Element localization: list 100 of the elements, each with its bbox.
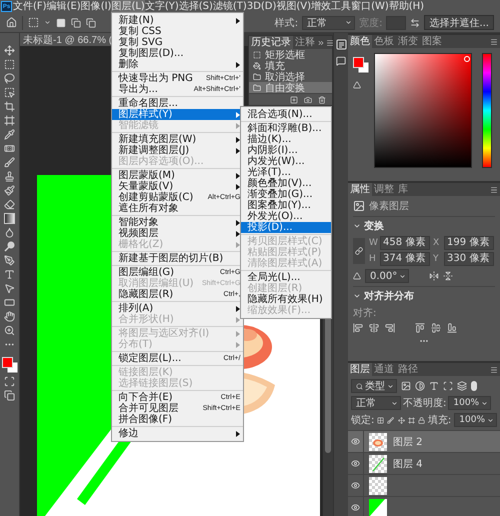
menu-item[interactable]: 颜色叠加(V)... — [241, 178, 332, 189]
chevron-down-icon[interactable] — [353, 292, 361, 300]
menu-icon[interactable] — [490, 38, 498, 46]
history-item[interactable]: 填充 — [249, 60, 332, 71]
color-field[interactable] — [374, 53, 472, 168]
filter-select[interactable]: 类型 — [351, 379, 397, 393]
eye-icon[interactable] — [351, 481, 360, 490]
image-filter-icon[interactable] — [401, 381, 411, 391]
panel-tab[interactable]: 色板 — [372, 35, 396, 48]
move-icon[interactable] — [4, 45, 15, 56]
gradient-icon[interactable] — [4, 213, 15, 224]
menu-icon[interactable] — [490, 186, 498, 194]
layer-row[interactable] — [348, 496, 500, 516]
comment-icon[interactable] — [336, 56, 346, 66]
menu-item[interactable]: 修边 — [112, 428, 244, 439]
picker-ring-icon[interactable] — [464, 56, 470, 62]
menu-item[interactable]: 重命名图层... — [112, 98, 244, 109]
menu-item[interactable]: 新建基于图层的切片(B) — [112, 253, 244, 264]
menu-bar-item[interactable]: 图层(L) — [111, 0, 145, 13]
history-icon[interactable] — [336, 39, 346, 50]
fill-field[interactable]: 100% — [454, 413, 498, 427]
paintbrush-icon[interactable] — [4, 185, 15, 196]
marquee-icon[interactable] — [4, 59, 15, 70]
menu-item[interactable]: 图层蒙版(M) — [112, 170, 244, 181]
align-bottom-icon[interactable] — [447, 323, 457, 333]
menu-bar-item[interactable]: 滤镜(T) — [212, 0, 247, 13]
menu-item[interactable]: 图案叠加(Y)... — [241, 200, 332, 211]
lasso-icon[interactable] — [4, 73, 15, 84]
menu-item[interactable]: 隐藏所有效果(H) — [241, 294, 332, 305]
opacity-field[interactable]: 100% — [448, 396, 492, 410]
crop-icon[interactable] — [4, 101, 15, 112]
align-center-icon[interactable] — [369, 323, 379, 333]
panel-tab[interactable]: 库 — [396, 183, 410, 196]
new-document-icon[interactable] — [290, 96, 298, 104]
select-and-mask-button[interactable]: 选择并遮住... — [424, 15, 494, 30]
shape-filter-icon[interactable] — [443, 381, 453, 391]
panel-tab[interactable]: 注释 — [293, 36, 317, 49]
menu-item[interactable]: 遮住所有对象 — [112, 203, 244, 214]
menu-bar-item[interactable]: 选择(S) — [178, 0, 213, 13]
history-item[interactable]: 矩形选框 — [249, 49, 332, 60]
menu-item[interactable]: 光泽(T)... — [241, 167, 332, 178]
menu-bar-item[interactable]: 增效工具 — [311, 0, 352, 13]
layer-row[interactable]: 图层 4 — [348, 452, 500, 474]
panel-tab[interactable]: 渐变 — [396, 35, 420, 48]
panel-tab[interactable]: 历史记录 — [249, 36, 293, 49]
menu-item[interactable]: 描边(K)... — [241, 134, 332, 145]
menu-item[interactable]: 内发光(W)... — [241, 156, 332, 167]
lock-icon[interactable] — [418, 416, 425, 424]
menu-icon[interactable] — [326, 38, 333, 46]
collapse-icon[interactable] — [317, 38, 325, 46]
zoom-icon[interactable] — [4, 325, 15, 336]
menu-item[interactable]: 斜面和浮雕(B)... — [241, 123, 332, 134]
panel-tab[interactable]: 路径 — [396, 363, 420, 376]
panel-tab[interactable]: 图案 — [420, 35, 444, 48]
dodge-icon[interactable] — [4, 241, 15, 252]
menu-bar-item[interactable]: 帮助(H) — [388, 0, 424, 13]
menu-item[interactable]: 内阴影(I)... — [241, 145, 332, 156]
layer-row[interactable] — [348, 474, 500, 496]
type-icon[interactable] — [4, 269, 15, 280]
brush-icon[interactable] — [4, 157, 15, 168]
quick-mask-icon[interactable] — [4, 376, 15, 387]
menu-item[interactable]: 新建填充图层(W) — [112, 134, 244, 145]
number-field[interactable]: 330 像素 — [444, 252, 494, 266]
subtract-selection-icon[interactable] — [86, 18, 96, 28]
menu-item[interactable]: 排列(A) — [112, 303, 244, 314]
marquee-icon[interactable] — [28, 17, 39, 28]
menu-item[interactable]: 新建调整图层(J) — [112, 145, 244, 156]
number-field[interactable]: 374 像素 — [380, 252, 430, 266]
lock-position-icon[interactable] — [398, 416, 405, 424]
frame-icon[interactable] — [4, 115, 15, 126]
panel-tab[interactable]: 属性 — [348, 183, 372, 196]
eye-icon[interactable] — [351, 459, 360, 468]
menu-item[interactable]: 全局光(L)... — [241, 272, 332, 283]
caret-icon[interactable] — [44, 19, 51, 26]
color-swatches-icon[interactable] — [2, 357, 18, 373]
history-item[interactable]: 取消选择 — [249, 71, 332, 82]
pen-icon[interactable] — [4, 255, 15, 266]
menu-item[interactable]: 拼合图像(F) — [112, 414, 244, 425]
menu-bar-item[interactable]: 视图(V) — [276, 0, 312, 13]
number-field[interactable]: 458 像素 — [380, 236, 430, 250]
width-field[interactable] — [386, 16, 406, 30]
eye-icon[interactable] — [351, 503, 360, 512]
style-select[interactable]: 正常 — [302, 16, 356, 30]
path-select-icon[interactable] — [4, 283, 15, 294]
blend-mode-select[interactable]: 正常 — [351, 396, 401, 410]
angle-field[interactable]: 0.00° — [365, 269, 410, 283]
panel-tab[interactable]: 通道 — [372, 363, 396, 376]
lock-artboard-icon[interactable] — [408, 416, 415, 424]
eye-icon[interactable] — [351, 437, 360, 446]
menu-item[interactable]: 新建(N) — [112, 15, 244, 26]
rectangle-icon[interactable] — [4, 297, 15, 308]
menu-bar-item[interactable]: 3D(D) — [246, 0, 276, 13]
link-button[interactable] — [353, 238, 365, 264]
filter-toggle[interactable] — [471, 381, 477, 391]
adjustment-filter-icon[interactable] — [415, 381, 425, 391]
align-middle-icon[interactable] — [431, 323, 441, 333]
chevron-down-icon[interactable] — [353, 222, 361, 230]
menu-bar-item[interactable]: 编辑(E) — [46, 0, 81, 13]
menu-item[interactable]: 投影(D)... — [241, 222, 332, 233]
menu-icon[interactable] — [490, 366, 498, 374]
